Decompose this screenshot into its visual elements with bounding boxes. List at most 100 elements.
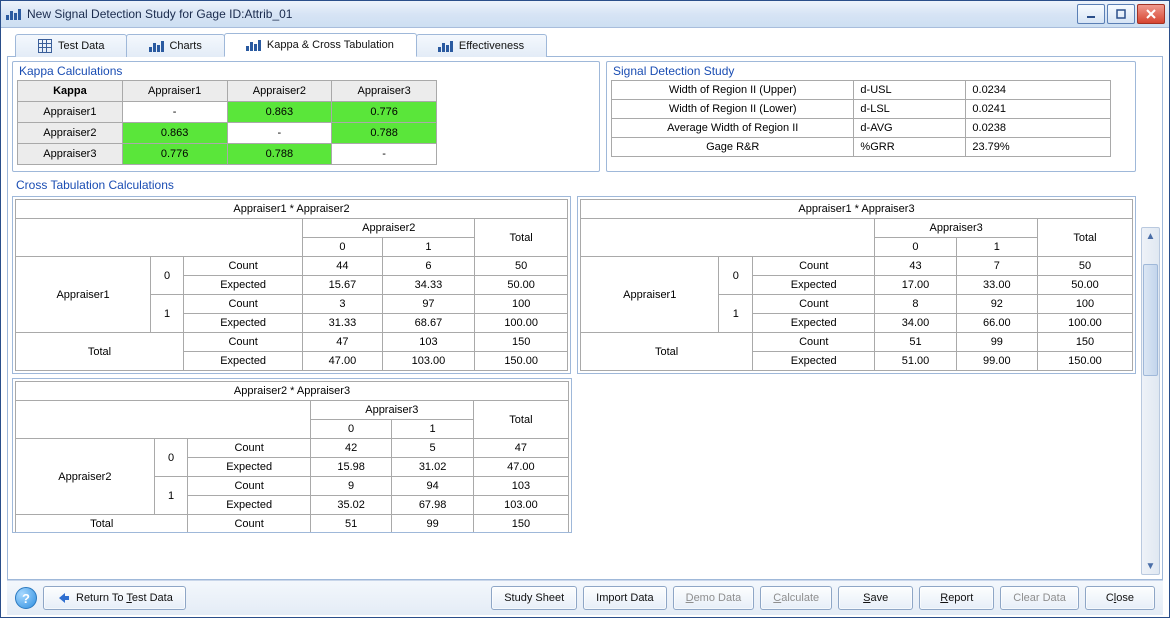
cross-cell: 15.98 [310, 458, 391, 477]
scroll-down-icon[interactable]: ▼ [1142, 558, 1159, 574]
cross-cell: 68.67 [382, 314, 475, 333]
cross-cell: 15.67 [303, 276, 382, 295]
cross-cell: 50 [1037, 257, 1132, 276]
button-label: Clear Data [1013, 592, 1066, 604]
cross-cell: 150 [475, 333, 568, 352]
kappa-row-header: Appraiser1 [18, 102, 123, 123]
tab-effectiveness[interactable]: Effectiveness [416, 34, 547, 57]
kappa-cell: 0.863 [227, 102, 332, 123]
cross-cell: 150 [1037, 333, 1132, 352]
cross-cell: 99.00 [956, 352, 1037, 371]
cross-title: Appraiser2 * Appraiser3 [16, 382, 569, 401]
scroll-up-icon[interactable]: ▲ [1142, 228, 1159, 244]
minimize-button[interactable] [1077, 4, 1105, 24]
cross-row-header: Appraiser1 [16, 257, 151, 333]
close-window-button[interactable] [1137, 4, 1165, 24]
cross-metric: Expected [188, 458, 310, 477]
cross-cell: 67.98 [392, 496, 473, 515]
cross-table: Appraiser2 * Appraiser3 Appraiser3 Total… [15, 381, 569, 533]
cross-cell: 47 [473, 439, 568, 458]
tab-charts[interactable]: Charts [126, 34, 224, 57]
demo-data-button[interactable]: Demo Data [673, 586, 755, 610]
kappa-col-header: Appraiser3 [332, 81, 437, 102]
kappa-group: Kappa Calculations Kappa Appraiser1 Appr… [12, 61, 600, 172]
sds-symbol: d-USL [854, 81, 966, 100]
cross-total-label: Total [473, 401, 568, 439]
top-row: Kappa Calculations Kappa Appraiser1 Appr… [12, 61, 1136, 172]
kappa-row-header: Appraiser2 [18, 123, 123, 144]
cross-cell: 103 [382, 333, 475, 352]
maximize-button[interactable] [1107, 4, 1135, 24]
cross-cell: 99 [956, 333, 1037, 352]
clear-data-button[interactable]: Clear Data [1000, 586, 1079, 610]
calculate-button[interactable]: Calculate [760, 586, 832, 610]
button-label: Study Sheet [504, 592, 564, 604]
tab-label: Charts [169, 40, 201, 52]
cross-metric: Expected [184, 352, 303, 371]
cross-cell: 34.33 [382, 276, 475, 295]
cross-col-0: 0 [310, 420, 391, 439]
window-title: New Signal Detection Study for Gage ID:A… [27, 7, 1071, 21]
save-button[interactable]: Save [838, 586, 913, 610]
cross-cell: 50 [475, 257, 568, 276]
sds-label: Gage R&R [612, 138, 854, 157]
tab-panel-kappa: Kappa Calculations Kappa Appraiser1 Appr… [7, 57, 1163, 580]
cross-cell: 94 [392, 477, 473, 496]
cross-metric: Count [188, 439, 310, 458]
close-button[interactable]: Close [1085, 586, 1155, 610]
cross-total-label: Total [16, 333, 184, 371]
cross-title: Appraiser1 * Appraiser2 [16, 200, 568, 219]
cross-cell: 100 [475, 295, 568, 314]
cross-cell: 103.00 [473, 496, 568, 515]
cross-cell: 100 [1037, 295, 1132, 314]
cross-cell: 150.00 [1037, 352, 1132, 371]
return-button[interactable]: Return To Test Data [43, 586, 186, 610]
sds-value: 0.0234 [966, 81, 1111, 100]
cross-cell: 9 [310, 477, 391, 496]
cross-cell: 31.33 [303, 314, 382, 333]
sds-label: Average Width of Region II [612, 119, 854, 138]
tab-test-data[interactable]: Test Data [15, 34, 127, 57]
tab-kappa[interactable]: Kappa & Cross Tabulation [224, 33, 417, 57]
import-data-button[interactable]: Import Data [583, 586, 666, 610]
sds-label: Width of Region II (Lower) [612, 100, 854, 119]
report-button[interactable]: Report [919, 586, 994, 610]
cross-col-1: 1 [382, 238, 475, 257]
kappa-col-header: Appraiser1 [122, 81, 227, 102]
sds-value: 23.79% [966, 138, 1111, 157]
cross-cell: 35.02 [310, 496, 391, 515]
cross-col-1: 1 [392, 420, 473, 439]
vertical-scrollbar[interactable]: ▲ ▼ [1141, 227, 1160, 575]
cross-row-1: Appraiser1 * Appraiser2 Appraiser2 Total… [12, 196, 1136, 374]
group-legend: Signal Detection Study [611, 64, 1131, 80]
cross-total-label: Total [1037, 219, 1132, 257]
help-icon[interactable]: ? [15, 587, 37, 609]
cross-metric: Expected [753, 314, 875, 333]
cross-row-header: Appraiser1 [581, 257, 719, 333]
cross-cat: 1 [719, 295, 753, 333]
cross-metric: Expected [753, 352, 875, 371]
cross-panel-a1-a2: Appraiser1 * Appraiser2 Appraiser2 Total… [12, 196, 571, 374]
study-sheet-button[interactable]: Study Sheet [491, 586, 577, 610]
cross-cell: 44 [303, 257, 382, 276]
group-legend: Kappa Calculations [17, 64, 595, 80]
cross-total-label: Total [581, 333, 753, 371]
kappa-cell: - [332, 144, 437, 165]
cross-metric: Count [184, 333, 303, 352]
cross-cell: 3 [303, 295, 382, 314]
chart-icon [439, 39, 453, 53]
cross-title: Appraiser1 * Appraiser3 [581, 200, 1133, 219]
cross-cat: 0 [719, 257, 753, 295]
cross-cell: 33.00 [956, 276, 1037, 295]
kappa-cell: 0.776 [332, 102, 437, 123]
cross-col-1: 1 [956, 238, 1037, 257]
cross-cell: 43 [875, 257, 956, 276]
cross-cell: 100.00 [1037, 314, 1132, 333]
scroll-thumb[interactable] [1143, 264, 1158, 376]
cross-cell: 50.00 [475, 276, 568, 295]
cross-tab-legend: Cross Tabulation Calculations [12, 176, 1136, 192]
cross-col-0: 0 [303, 238, 382, 257]
cross-metric: Expected [753, 276, 875, 295]
tab-label: Test Data [58, 40, 104, 52]
app-icon [5, 6, 21, 22]
